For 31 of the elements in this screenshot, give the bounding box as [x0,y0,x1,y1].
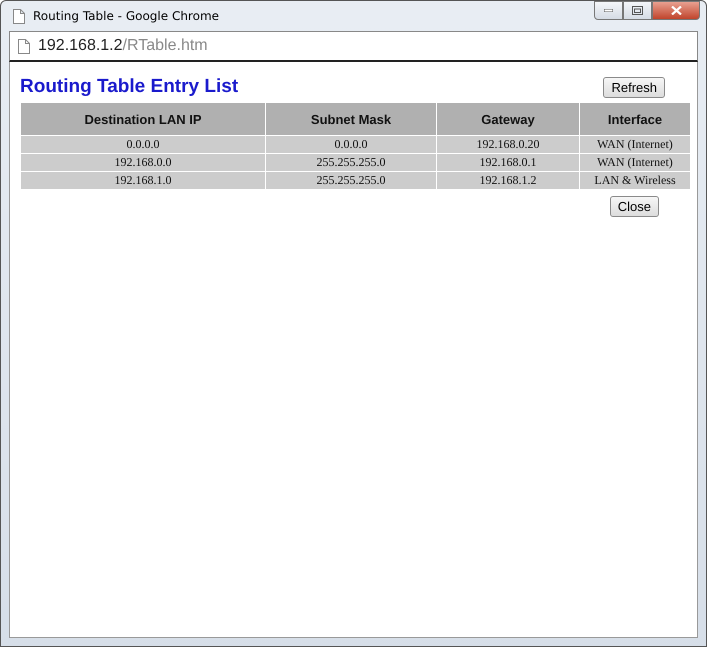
window-title: Routing Table - Google Chrome [33,9,220,23]
close-icon [670,6,682,15]
page-icon [18,38,30,54]
close-window-button[interactable] [652,1,700,20]
table-cell: 0.0.0.0 [20,136,266,154]
table-cell: 192.168.1.0 [20,172,266,190]
table-cell: WAN (Internet) [580,136,690,154]
column-header: Gateway [436,102,580,136]
page-icon [13,8,25,24]
table-cell: 0.0.0.0 [266,136,436,154]
url-host: 192.168.1.2 [38,37,123,55]
table-cell: 255.255.255.0 [266,154,436,172]
maximize-button[interactable] [623,1,652,20]
minimize-icon [604,9,613,12]
restore-icon [632,6,643,15]
table-cell: LAN & Wireless [580,172,690,190]
url-path: /RTable.htm [122,37,208,55]
refresh-button[interactable]: Refresh [603,76,665,98]
table-cell: 192.168.0.20 [436,136,580,154]
table-cell: 255.255.255.0 [266,172,436,190]
column-header: Destination LAN IP [20,102,266,136]
close-button[interactable]: Close [610,196,659,217]
address-bar[interactable]: 192.168.1.2/RTable.htm [9,31,698,62]
column-header: Subnet Mask [266,102,436,136]
table-cell: 192.168.0.0 [20,154,266,172]
table-cell: 192.168.1.2 [436,172,580,190]
column-header: Interface [580,102,690,136]
page-heading: Routing Table Entry List [20,76,238,98]
table-cell: WAN (Internet) [580,154,690,172]
minimize-button[interactable] [594,1,623,20]
table-cell: 192.168.0.1 [436,154,580,172]
